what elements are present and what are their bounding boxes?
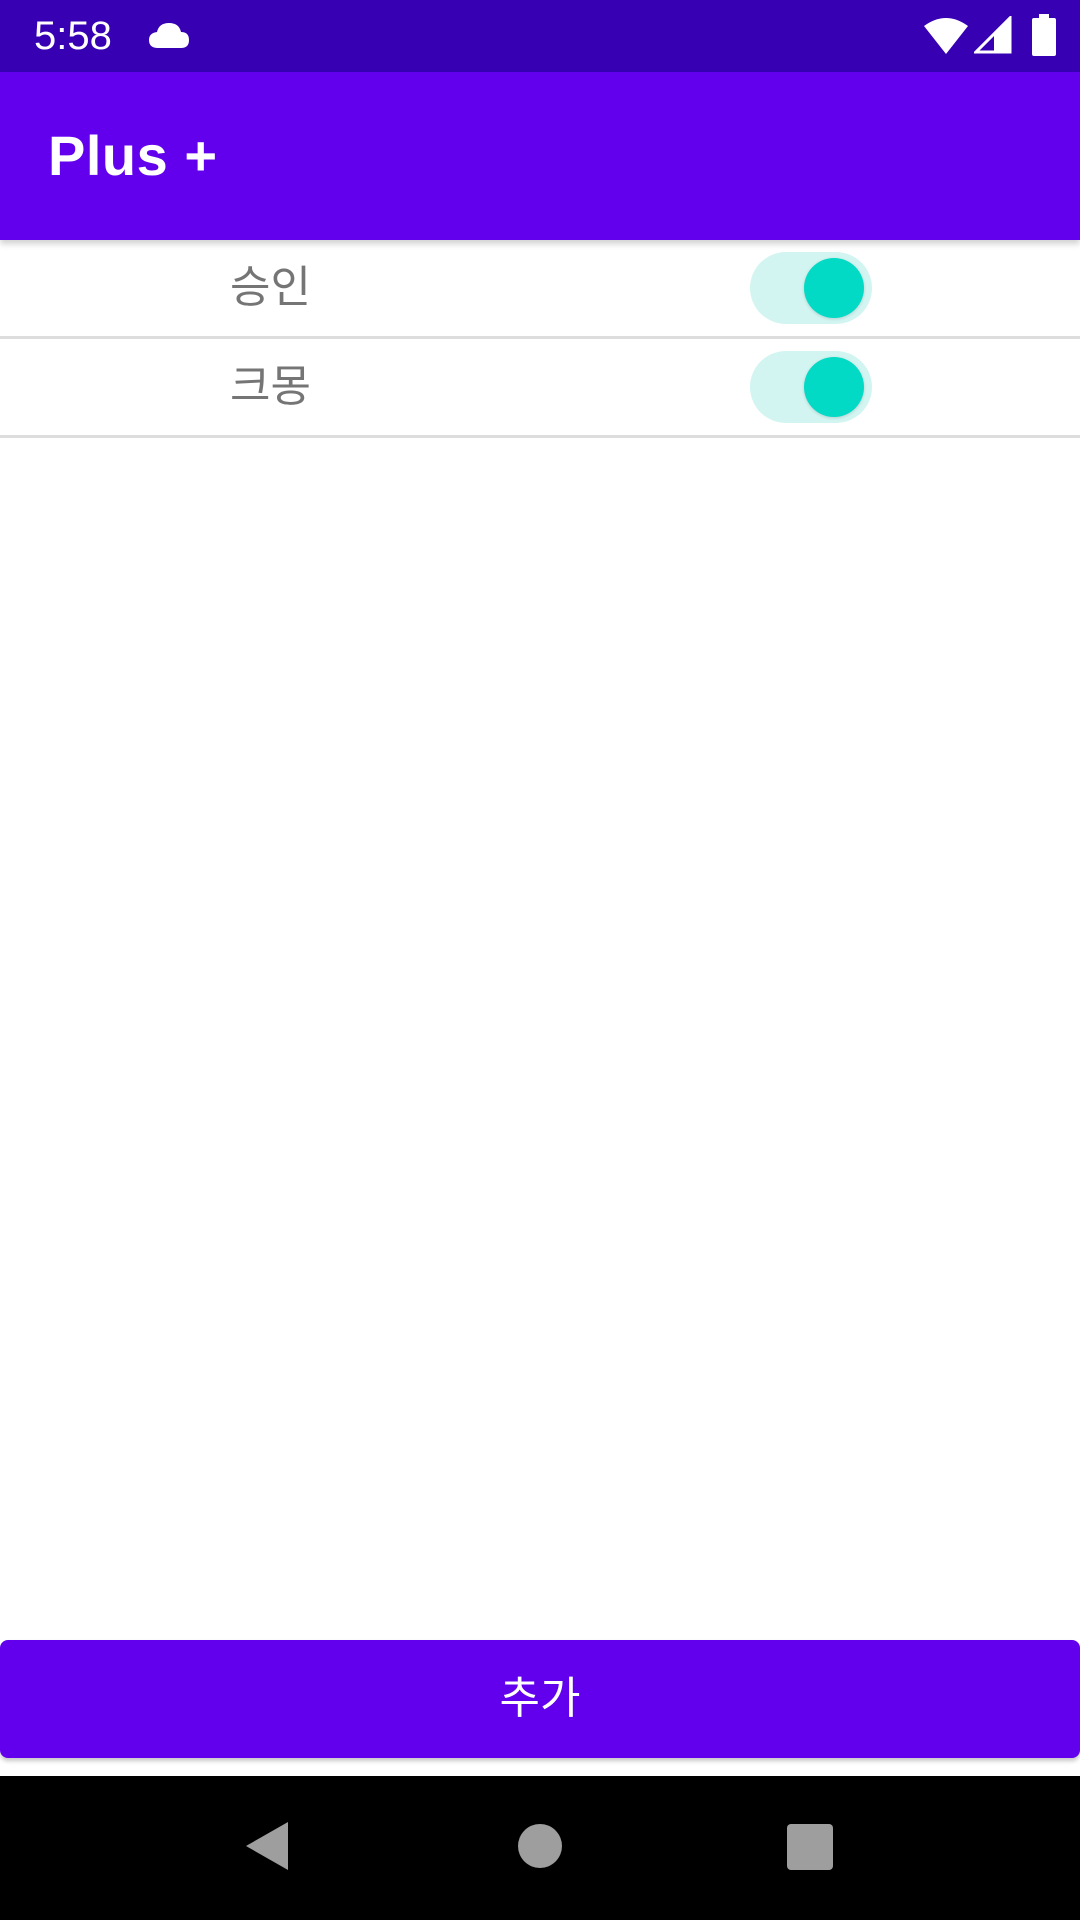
- list-item: 크몽: [0, 339, 1080, 438]
- status-time: 5:58: [34, 14, 112, 58]
- app-bar: Plus +: [0, 72, 1080, 240]
- signal-icon: [974, 16, 1012, 54]
- list-item: 승인: [0, 240, 1080, 339]
- toggle-list: 승인 크몽: [0, 240, 1080, 438]
- recents-icon[interactable]: [787, 1824, 833, 1870]
- app-title: Plus +: [48, 124, 218, 187]
- add-button[interactable]: 추가: [0, 1640, 1080, 1758]
- item-label: 크몽: [230, 361, 311, 412]
- status-bar: 5:58: [0, 0, 1080, 72]
- toggle-switch[interactable]: [750, 351, 872, 423]
- wifi-icon: [924, 18, 968, 54]
- navigation-bar: [0, 1776, 1080, 1920]
- cloud-icon: [149, 23, 189, 48]
- home-icon[interactable]: [518, 1824, 562, 1868]
- toggle-switch[interactable]: [750, 252, 872, 324]
- item-label: 승인: [230, 262, 311, 313]
- screen: 5:58 Plus + 승인 크몽 추가: [0, 0, 1080, 1920]
- battery-icon: [1032, 14, 1056, 56]
- switch-thumb: [804, 258, 864, 318]
- back-icon[interactable]: [244, 1820, 290, 1872]
- switch-thumb: [804, 357, 864, 417]
